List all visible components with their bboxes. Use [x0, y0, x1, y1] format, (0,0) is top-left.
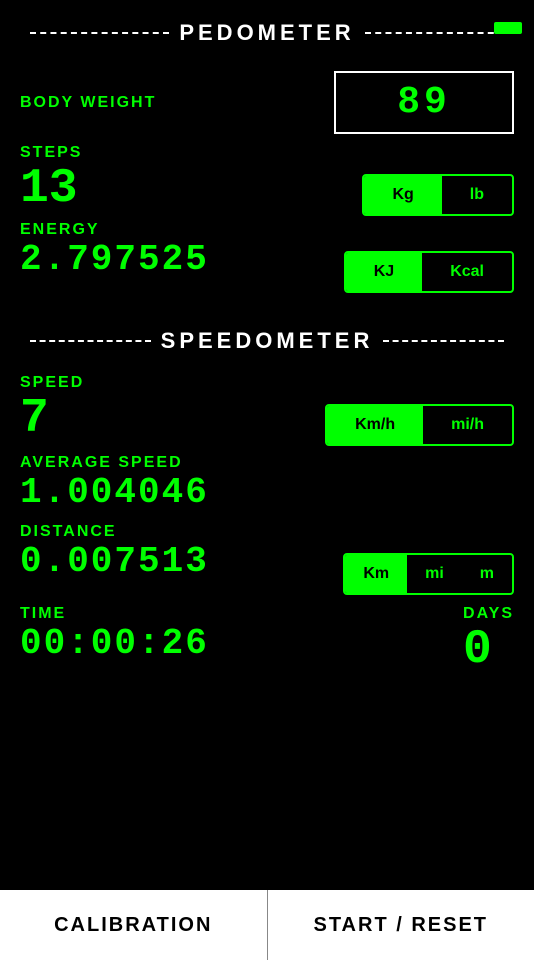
weight-unit-toggle[interactable]: Kg lb: [362, 174, 514, 216]
distance-row: DISTANCE 0.007513 Km mi m: [20, 523, 514, 595]
kj-button[interactable]: KJ: [346, 253, 422, 291]
body-weight-value: 89: [397, 81, 451, 124]
distance-value: 0.007513: [20, 541, 209, 582]
days-col: DAYS 0: [463, 605, 514, 677]
energy-value: 2.797525: [20, 239, 209, 280]
spd-dash-left: [30, 340, 151, 342]
avg-speed-value: 1.004046: [20, 472, 209, 513]
kmh-button[interactable]: Km/h: [327, 406, 423, 444]
speed-unit-toggle[interactable]: Km/h mi/h: [325, 404, 514, 446]
steps-col: STEPS 13: [20, 144, 82, 216]
pedometer-title: PEDOMETER: [179, 20, 354, 46]
speedometer-title: SPEEDOMETER: [161, 328, 374, 354]
m-button[interactable]: m: [462, 555, 512, 593]
distance-unit-toggle[interactable]: Km mi m: [343, 553, 514, 595]
days-label: DAYS: [463, 605, 514, 623]
battery-indicator: [494, 22, 522, 34]
steps-label: STEPS: [20, 144, 82, 162]
pedometer-section: BODY WEIGHT 89 STEPS 13 Kg lb ENERGY 2.7…: [0, 71, 534, 293]
speedometer-section: SPEED 7 AVERAGE SPEED 1.004046 Km/h mi/h…: [0, 374, 534, 677]
kcal-button[interactable]: Kcal: [422, 253, 512, 291]
speed-row: SPEED 7 AVERAGE SPEED 1.004046 Km/h mi/h: [20, 374, 514, 513]
time-days-row: TIME 00:00:26 DAYS 0: [20, 605, 514, 677]
energy-row: ENERGY 2.797525 KJ Kcal: [20, 221, 514, 293]
time-label: TIME: [20, 605, 209, 623]
body-weight-row: BODY WEIGHT 89: [20, 71, 514, 134]
km-button[interactable]: Km: [345, 555, 407, 593]
steps-row: STEPS 13 Kg lb: [20, 144, 514, 216]
energy-unit-toggle[interactable]: KJ Kcal: [344, 251, 514, 293]
energy-label: ENERGY: [20, 221, 209, 239]
speed-col: SPEED 7 AVERAGE SPEED 1.004046: [20, 374, 209, 513]
time-col: TIME 00:00:26: [20, 605, 209, 664]
distance-col: DISTANCE 0.007513: [20, 523, 209, 582]
kg-button[interactable]: Kg: [364, 176, 441, 214]
days-value: 0: [463, 623, 492, 677]
dash-right: [365, 32, 504, 34]
time-value: 00:00:26: [20, 623, 209, 664]
mi-button[interactable]: mi: [407, 555, 462, 593]
body-weight-label: BODY WEIGHT: [20, 94, 156, 112]
lb-button[interactable]: lb: [442, 176, 512, 214]
dash-left: [30, 32, 169, 34]
spd-dash-right: [383, 340, 504, 342]
speedometer-header: SPEEDOMETER: [0, 318, 534, 364]
speed-label: SPEED: [20, 374, 209, 392]
mih-button[interactable]: mi/h: [423, 406, 512, 444]
pedometer-header: PEDOMETER: [0, 10, 534, 56]
body-weight-input[interactable]: 89: [334, 71, 514, 134]
avg-speed-label: AVERAGE SPEED: [20, 454, 209, 472]
steps-value: 13: [20, 162, 82, 216]
speed-value: 7: [20, 392, 209, 446]
energy-col: ENERGY 2.797525: [20, 221, 209, 280]
distance-label: DISTANCE: [20, 523, 209, 541]
